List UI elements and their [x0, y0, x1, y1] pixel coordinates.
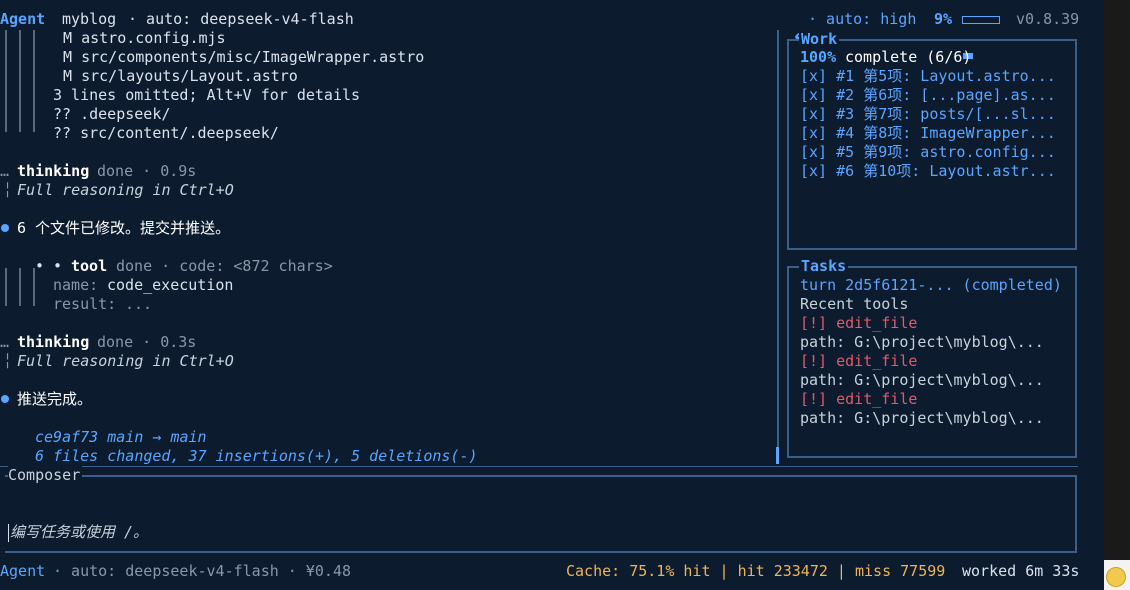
tool-label[interactable]: tool	[71, 257, 107, 276]
tool-result-value: ...	[125, 295, 153, 313]
composer-input[interactable]: 编写任务或使用 /。	[10, 523, 148, 542]
composer-box[interactable]	[5, 475, 1077, 553]
dashed-guide: ╎	[3, 352, 13, 370]
file-status-line: 3 lines omitted; Alt+V for details	[53, 86, 361, 104]
work-item[interactable]: [x] #1 第5项: Layout.astro...	[800, 67, 1056, 86]
tool-path: path: G:\project\myblog\...	[800, 371, 1044, 389]
commit-ref: ce9af73 main → main	[35, 428, 207, 446]
emoji-icon[interactable]	[1106, 567, 1126, 587]
task-turn[interactable]: turn 2d5f6121-... (completed)	[800, 276, 1062, 295]
model-label: · auto: deepseek-v4-flash	[128, 10, 354, 28]
transcript-scrollbar-thumb[interactable]	[776, 447, 779, 464]
tool-path: path: G:\project\myblog\...	[800, 333, 1044, 351]
work-item[interactable]: [x] #2 第6项: [...page].as...	[800, 86, 1056, 105]
tool-path: path: G:\project\myblog\...	[800, 409, 1044, 427]
tool-error-entry[interactable]: [!] edit_file	[800, 352, 917, 371]
window-edge	[1104, 0, 1130, 590]
worked-time: worked 6m 33s	[962, 562, 1080, 580]
transcript-scrollbar-track[interactable]	[777, 30, 779, 450]
reasoning-mode[interactable]: · auto: high	[808, 10, 916, 29]
ellipsis-icon: …	[0, 333, 10, 351]
tree-guide	[33, 30, 35, 132]
tool-name-key: name:	[53, 276, 99, 294]
recent-tools-label: Recent tools	[800, 295, 909, 313]
message-bullet-icon	[1, 395, 9, 403]
commit-summary: 6 files changed, 37 insertions(+), 5 del…	[35, 447, 478, 465]
ellipsis-icon: …	[0, 162, 10, 180]
work-item[interactable]: [x] #4 第8项: ImageWrapper...	[800, 124, 1056, 143]
file-status-line: M src/components/misc/ImageWrapper.astro	[54, 48, 425, 66]
dashed-guide: ╎	[3, 181, 13, 199]
assistant-message: 6 个文件已修改。提交并推送。	[17, 219, 231, 237]
version-label: v0.8.39	[1016, 10, 1080, 28]
reasoning-hint: Full reasoning in Ctrl+O	[17, 352, 234, 370]
work-panel-title: Work	[799, 30, 840, 49]
agent-mode-label[interactable]: Agent	[0, 10, 45, 29]
message-bullet-icon	[1, 224, 9, 232]
file-status-line: M src/layouts/Layout.astro	[54, 67, 298, 85]
work-item[interactable]: [x] #6 第10项: Layout.astr...	[800, 162, 1056, 181]
reasoning-hint: Full reasoning in Ctrl+O	[17, 181, 234, 199]
work-item[interactable]: [x] #3 第7项: posts/[...sl...	[800, 105, 1056, 124]
context-usage-bar	[962, 16, 1000, 59]
status-agent: Agent	[0, 562, 46, 580]
tree-guide	[19, 30, 21, 132]
thinking-label[interactable]: thinking	[17, 333, 89, 352]
tree-guide	[5, 30, 7, 132]
tasks-panel-title: Tasks	[799, 257, 849, 276]
thinking-status: done · 0.9s	[97, 162, 197, 180]
tree-guide	[19, 268, 21, 306]
work-percent: 100%	[800, 48, 837, 66]
work-item[interactable]: [x] #5 第9项: astro.config...	[800, 143, 1056, 162]
tree-guide	[5, 268, 7, 306]
assistant-message: 推送完成。	[17, 390, 93, 408]
project-name: myblog	[62, 10, 117, 28]
whale-icon	[776, 11, 812, 42]
composer-divider	[0, 466, 1078, 467]
cache-stats: Cache: 75.1% hit | hit 233472 | miss 775…	[566, 562, 946, 580]
context-percent: 9%	[934, 10, 953, 28]
status-model-cost: · auto: deepseek-v4-flash · ¥0.48	[53, 562, 352, 580]
tool-bullets: • •	[35, 257, 63, 275]
work-summary: complete (6/6)	[845, 48, 972, 66]
tool-name-value: code_execution	[107, 276, 234, 294]
thinking-label[interactable]: thinking	[17, 162, 89, 181]
composer-title: Composer	[8, 466, 83, 485]
file-status-line: ?? src/content/.deepseek/	[53, 124, 279, 142]
tool-error-entry[interactable]: [!] edit_file	[800, 390, 917, 409]
text-cursor	[8, 524, 9, 542]
tool-error-entry[interactable]: [!] edit_file	[800, 314, 917, 333]
thinking-status: done · 0.3s	[97, 333, 197, 351]
file-status-line: M astro.config.mjs	[54, 29, 226, 47]
file-status-line: ?? .deepseek/	[53, 105, 171, 123]
tool-status: done · code: <872 chars>	[116, 257, 333, 275]
tool-result-key: result:	[53, 295, 117, 313]
